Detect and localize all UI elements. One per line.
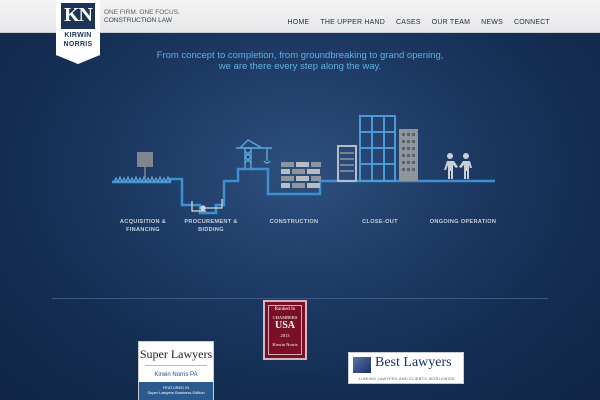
stage-label-line: CLOSE-OUT (362, 219, 398, 225)
stage-label-line: CONSTRUCTION (269, 219, 319, 225)
nav-news[interactable]: NEWS (481, 19, 503, 26)
nav-connect[interactable]: CONNECT (514, 19, 550, 26)
best-lawyers-badge[interactable]: Best Lawyers LINKING LAWYERS AND CLIENTS… (348, 352, 464, 384)
stage-close-out[interactable]: CLOSE-OUT (335, 218, 425, 226)
stage-label-line: PROCUREMENT & (184, 219, 238, 225)
super-lawyers-firm-name: Kirwin Norris PA (154, 372, 198, 378)
process-illustration (112, 115, 495, 215)
super-lawyers-featured-bar: FEATURED IN Super Lawyers Business Editi… (139, 382, 213, 400)
nav-home[interactable]: HOME (288, 19, 310, 26)
section-divider (52, 298, 548, 299)
tagline-line2: CONSTRUCTION LAW (104, 17, 173, 24)
small-building-icon (337, 145, 357, 182)
nav-cases[interactable]: CASES (396, 19, 421, 26)
logo-name-line1: KIRWIN (64, 32, 92, 39)
super-lawyers-featured-line2: Super Lawyers Business Edition (147, 390, 205, 395)
main-nav: HOME THE UPPER HAND CASES OUR TEAM NEWS … (288, 19, 550, 26)
stage-ongoing-operation[interactable]: ONGOING OPERATION (418, 218, 508, 226)
tagline: ONE FIRM. ONE FOCUS. CONSTRUCTION LAW (104, 9, 180, 25)
super-lawyers-rule (145, 365, 207, 366)
best-lawyers-title: Best Lawyers (375, 355, 452, 370)
chambers-ranked-in: Ranked In (274, 307, 296, 312)
best-lawyers-tagline: LINKING LAWYERS AND CLIENTS WORLDWIDE (359, 377, 455, 381)
building-blocks-icon (281, 162, 321, 188)
crane-icon (236, 139, 272, 169)
nav-our-team[interactable]: OUR TEAM (432, 19, 470, 26)
chambers-usa: USA (274, 320, 295, 331)
stage-label-line: BIDDING (198, 227, 224, 233)
land-sign-icon (137, 152, 153, 179)
kirwin-norris-logo[interactable]: KN KIRWIN NORRIS (56, 0, 100, 64)
tall-building-icon (359, 115, 396, 182)
logo-name-line2: NORRIS (63, 41, 93, 48)
logo-mark-text: KN (64, 4, 93, 26)
stage-construction[interactable]: CONSTRUCTION (249, 218, 339, 226)
best-lawyers-logo-icon (353, 357, 371, 373)
hero-headline: From concept to completion, from groundb… (156, 50, 444, 72)
handshake-people-icon (444, 153, 472, 179)
office-tower-icon (399, 129, 418, 181)
tagline-line1: ONE FIRM. ONE FOCUS. (104, 9, 180, 16)
super-lawyers-title: Super Lawyers (139, 347, 213, 361)
stage-procurement-bidding[interactable]: PROCUREMENT & BIDDING (166, 218, 256, 234)
chambers-firm: Kirwin Norris (272, 342, 298, 347)
chambers-usa-badge[interactable]: Ranked In CHAMBERS USA 2013 Kirwin Norri… (263, 300, 307, 360)
stage-label-line: ONGOING OPERATION (429, 219, 497, 225)
grass-icon (113, 175, 171, 184)
logo-mark: KN (61, 3, 95, 29)
super-lawyers-badge[interactable]: Super Lawyers Kirwin Norris PA FEATURED … (138, 341, 214, 400)
site-header: KN KIRWIN NORRIS ONE FIRM. ONE FOCUS. CO… (0, 0, 600, 64)
nav-the-upper-hand[interactable]: THE UPPER HAND (320, 19, 385, 26)
chambers-year: 2013 (280, 333, 290, 338)
process-ground-line (112, 167, 495, 215)
